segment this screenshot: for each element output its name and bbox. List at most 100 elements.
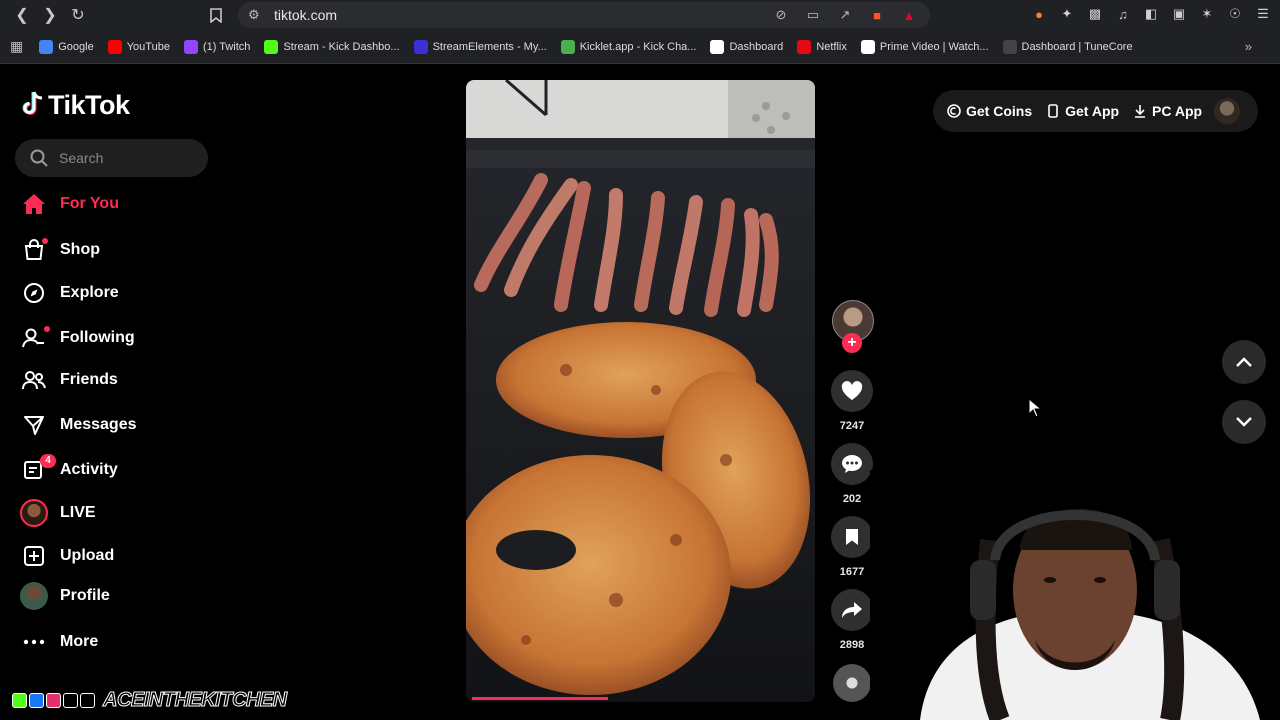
nav-messages[interactable]: Messages [20,407,137,443]
nav-label: Following [60,329,135,346]
phone-icon [1046,104,1060,118]
bookmark-label: StreamElements - My... [432,40,547,53]
bookmark-label: (1) Twitch [202,40,251,53]
bookmark-item[interactable]: Dashboard | TuneCore [1002,39,1133,54]
share-icon[interactable]: ↗ [836,6,854,24]
tiktok-small-icon [63,692,78,708]
mouse-cursor-icon [1028,398,1042,418]
coin-icon [947,104,961,118]
nav-following[interactable]: Following [20,320,135,356]
back-icon[interactable]: ❮ [8,1,36,29]
extension-orange-icon[interactable]: ● [1030,4,1048,24]
site-info-icon[interactable]: ⚙ [248,7,260,23]
address-bar[interactable]: ⚙ tiktok.com ⊘ ▭ ↗ ■ ▲ [238,2,930,28]
webcam-overlay [870,470,1280,720]
bookmark-icon[interactable] [202,1,230,29]
follow-plus-icon[interactable]: + [842,333,862,353]
bookmark-label: Prime Video | Watch... [879,40,989,53]
extensions-puzzle-icon[interactable]: ✦ [1058,4,1076,24]
music-icon[interactable]: ♫ [1114,4,1132,24]
reload-icon[interactable]: ↻ [64,1,92,29]
bookmark-item[interactable]: Dashboard [710,39,784,54]
bookmark-favicon-icon [860,39,875,54]
nav-label: Upload [60,547,115,564]
tiktok-logo[interactable]: TikTok [22,90,130,121]
activity-icon: 4 [20,454,56,484]
bookmark-item[interactable]: Kicklet.app - Kick Cha... [560,39,696,54]
bookmark-item[interactable]: Google [39,39,94,54]
following-icon [20,324,50,352]
nav-label: Messages [60,416,137,433]
bookmark-label: YouTube [126,40,170,53]
previous-video-button[interactable] [1222,340,1266,384]
save-button[interactable] [831,516,873,558]
bookmark-save-icon [846,529,858,545]
nav-activity[interactable]: 4 Activity [20,452,118,488]
nav-for-you[interactable]: For You [20,186,119,222]
nav-label: More [60,633,99,650]
cast-icon[interactable]: ▭ [804,6,822,24]
wallet-icon[interactable]: ▣ [1170,4,1188,24]
live-avatar [20,499,48,527]
pc-app-label: PC App [1152,103,1203,119]
bookmark-label: Stream - Kick Dashbo... [283,40,400,53]
tiktok-note-icon [22,91,44,121]
bookmark-label: Netflix [816,40,847,53]
brave-shield-icon[interactable]: ■ [868,6,886,24]
nav-profile[interactable]: Profile [20,578,110,614]
forward-icon[interactable]: ❯ [36,1,64,29]
nav-label: Profile [60,587,110,604]
share-button[interactable] [831,589,873,631]
logo-text: TikTok [48,90,130,120]
get-app-button[interactable]: Get App [1046,103,1119,119]
video-player[interactable] [466,80,815,702]
bookmark-item[interactable]: StreamElements - My... [413,39,547,54]
get-coins-button[interactable]: Get Coins [947,103,1032,119]
nav-friends[interactable]: Friends [20,362,118,398]
bookmark-favicon-icon [107,39,122,54]
search-input[interactable]: Search [15,139,208,177]
video-progress-bar[interactable] [472,697,609,700]
bookmark-label: Dashboard [729,40,784,53]
nav-explore[interactable]: Explore [20,275,119,311]
bookmark-label: Dashboard | TuneCore [1021,40,1133,53]
facebook-icon [29,692,44,708]
compass-icon [20,279,48,307]
download-icon [1133,104,1147,118]
profile-avatar [20,582,48,610]
nav-shop[interactable]: Shop [20,232,100,268]
brave-rewards-icon[interactable]: ▲ [900,6,918,24]
nav-label: Shop [60,241,100,258]
comment-button[interactable] [831,443,873,485]
apps-grid-icon[interactable]: ▦ [10,38,23,55]
bookmark-favicon-icon [264,39,279,54]
like-button[interactable] [831,370,873,412]
leo-ai-icon[interactable]: ✶ [1198,4,1216,24]
nav-upload[interactable]: Upload [20,538,114,574]
sidebar-icon[interactable]: ◧ [1142,4,1160,24]
bookmark-item[interactable]: YouTube [107,39,170,54]
bookmark-favicon-icon [1002,39,1017,54]
bookmark-item[interactable]: (1) Twitch [183,39,251,54]
nav-label: Friends [60,371,118,388]
menu-icon[interactable]: ☰ [1254,4,1272,24]
get-coins-label: Get Coins [966,103,1033,119]
no-tracking-icon[interactable]: ⊘ [772,6,790,24]
nav-live[interactable]: LIVE [20,495,96,531]
user-avatar[interactable] [1214,98,1240,124]
tab-search-icon[interactable]: ▩ [1086,4,1104,24]
more-bookmarks-icon[interactable]: » [1245,39,1252,54]
nav-label: For You [60,195,119,212]
music-disc-icon[interactable] [833,664,871,702]
vpn-shield-icon[interactable]: ☉ [1226,4,1244,24]
bookmark-item[interactable]: Prime Video | Watch... [860,39,989,54]
nav-more[interactable]: More [20,624,98,660]
next-video-button[interactable] [1222,400,1266,444]
home-icon [20,190,48,218]
pc-app-button[interactable]: PC App [1133,103,1202,119]
video-frame-food [466,80,815,702]
chevron-up-icon [1236,357,1252,367]
upload-icon [20,542,48,570]
bookmark-item[interactable]: Stream - Kick Dashbo... [264,39,400,54]
bookmark-item[interactable]: Netflix [797,39,847,54]
